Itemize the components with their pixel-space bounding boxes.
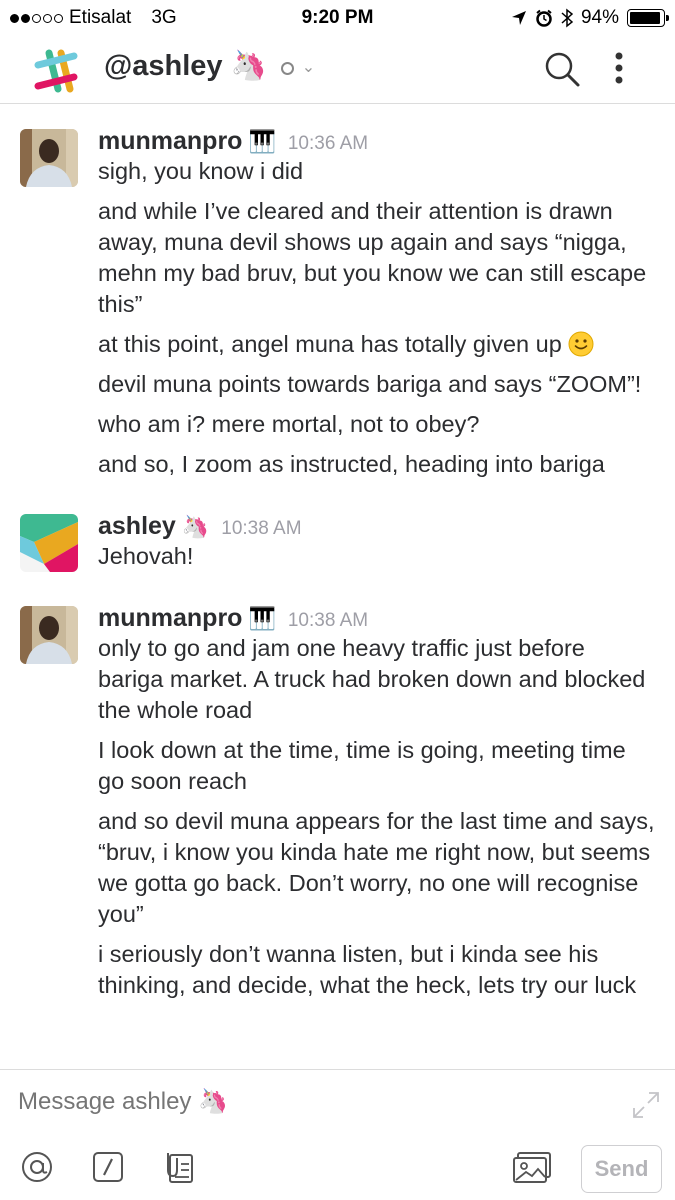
message-text: Jehovah!	[98, 543, 194, 569]
channel-title[interactable]: @ashley 🦄 ⌄	[104, 49, 315, 83]
chevron-down-icon[interactable]: ⌄	[302, 57, 315, 77]
user-avatar[interactable]	[20, 606, 78, 664]
slash-command-icon[interactable]	[91, 1150, 125, 1184]
photo-icon[interactable]	[512, 1150, 552, 1184]
message-text: who am i? mere mortal, not to obey?	[98, 411, 480, 437]
unicorn-emoji: 🦄	[181, 513, 210, 539]
message-text: and while I’ve cleared and their attenti…	[98, 198, 647, 317]
piano-emoji: 🎹	[248, 605, 276, 631]
bluetooth-icon	[561, 8, 573, 28]
user-avatar[interactable]	[20, 129, 78, 187]
message-list[interactable]: munmanpro 🎹 10:36 AM sigh, you know i did…	[0, 104, 675, 1069]
message-group: munmanpro 🎹 10:38 AM only to go and jam o…	[0, 581, 675, 1001]
message-text: only to go and jam one heavy traffic jus…	[98, 635, 646, 723]
message-input[interactable]	[18, 1088, 578, 1116]
piano-emoji: 🎹	[248, 128, 276, 154]
sender-name[interactable]: ashley 🦄	[98, 512, 209, 541]
message-timestamp: 10:38 AM	[221, 518, 302, 539]
message-text: i seriously don’t wanna listen, but i ki…	[98, 941, 637, 998]
search-icon[interactable]	[543, 50, 581, 88]
unicorn-emoji: 🦄	[230, 50, 267, 82]
file-upload-icon[interactable]	[162, 1150, 196, 1184]
message-text: sigh, you know i did	[98, 158, 304, 184]
message-text: devil muna points towards bariga and say…	[98, 371, 642, 397]
sender-name[interactable]: munmanpro 🎹	[98, 604, 276, 633]
expand-icon[interactable]	[631, 1090, 661, 1120]
message-text: and so, I zoom as instructed, heading in…	[98, 451, 605, 477]
channel-name[interactable]: @ashley	[104, 50, 223, 83]
slack-logo-icon[interactable]	[33, 48, 79, 94]
sender-name[interactable]: munmanpro 🎹	[98, 127, 276, 156]
message-timestamp: 10:36 AM	[287, 133, 369, 154]
channel-header: @ashley 🦄 ⌄	[0, 36, 675, 104]
message-text: at this point, angel muna has totally gi…	[98, 329, 655, 360]
battery-percent: 94%	[580, 7, 619, 28]
location-arrow-icon	[511, 11, 526, 25]
presence-icon	[280, 61, 294, 75]
send-button[interactable]: Send	[581, 1145, 662, 1193]
more-vertical-icon[interactable]	[605, 50, 633, 88]
message-text: I look down at the time, time is going, …	[98, 737, 626, 794]
message-timestamp: 10:38 AM	[287, 610, 369, 631]
smiling-face-icon	[568, 331, 594, 357]
message-group: ashley 🦄 10:38 AM Jehovah!	[0, 489, 675, 572]
at-mention-icon[interactable]	[20, 1150, 54, 1184]
message-text: and so devil muna appears for the last t…	[98, 808, 655, 927]
alarm-clock-icon	[536, 9, 552, 27]
message-composer: Send	[0, 1069, 675, 1200]
message-group: munmanpro 🎹 10:36 AM sigh, you know i did…	[0, 104, 675, 480]
battery-icon	[627, 9, 669, 27]
status-bar: Etisalat 3G 9:20 PM 94%	[0, 0, 675, 36]
user-avatar[interactable]	[20, 514, 78, 572]
